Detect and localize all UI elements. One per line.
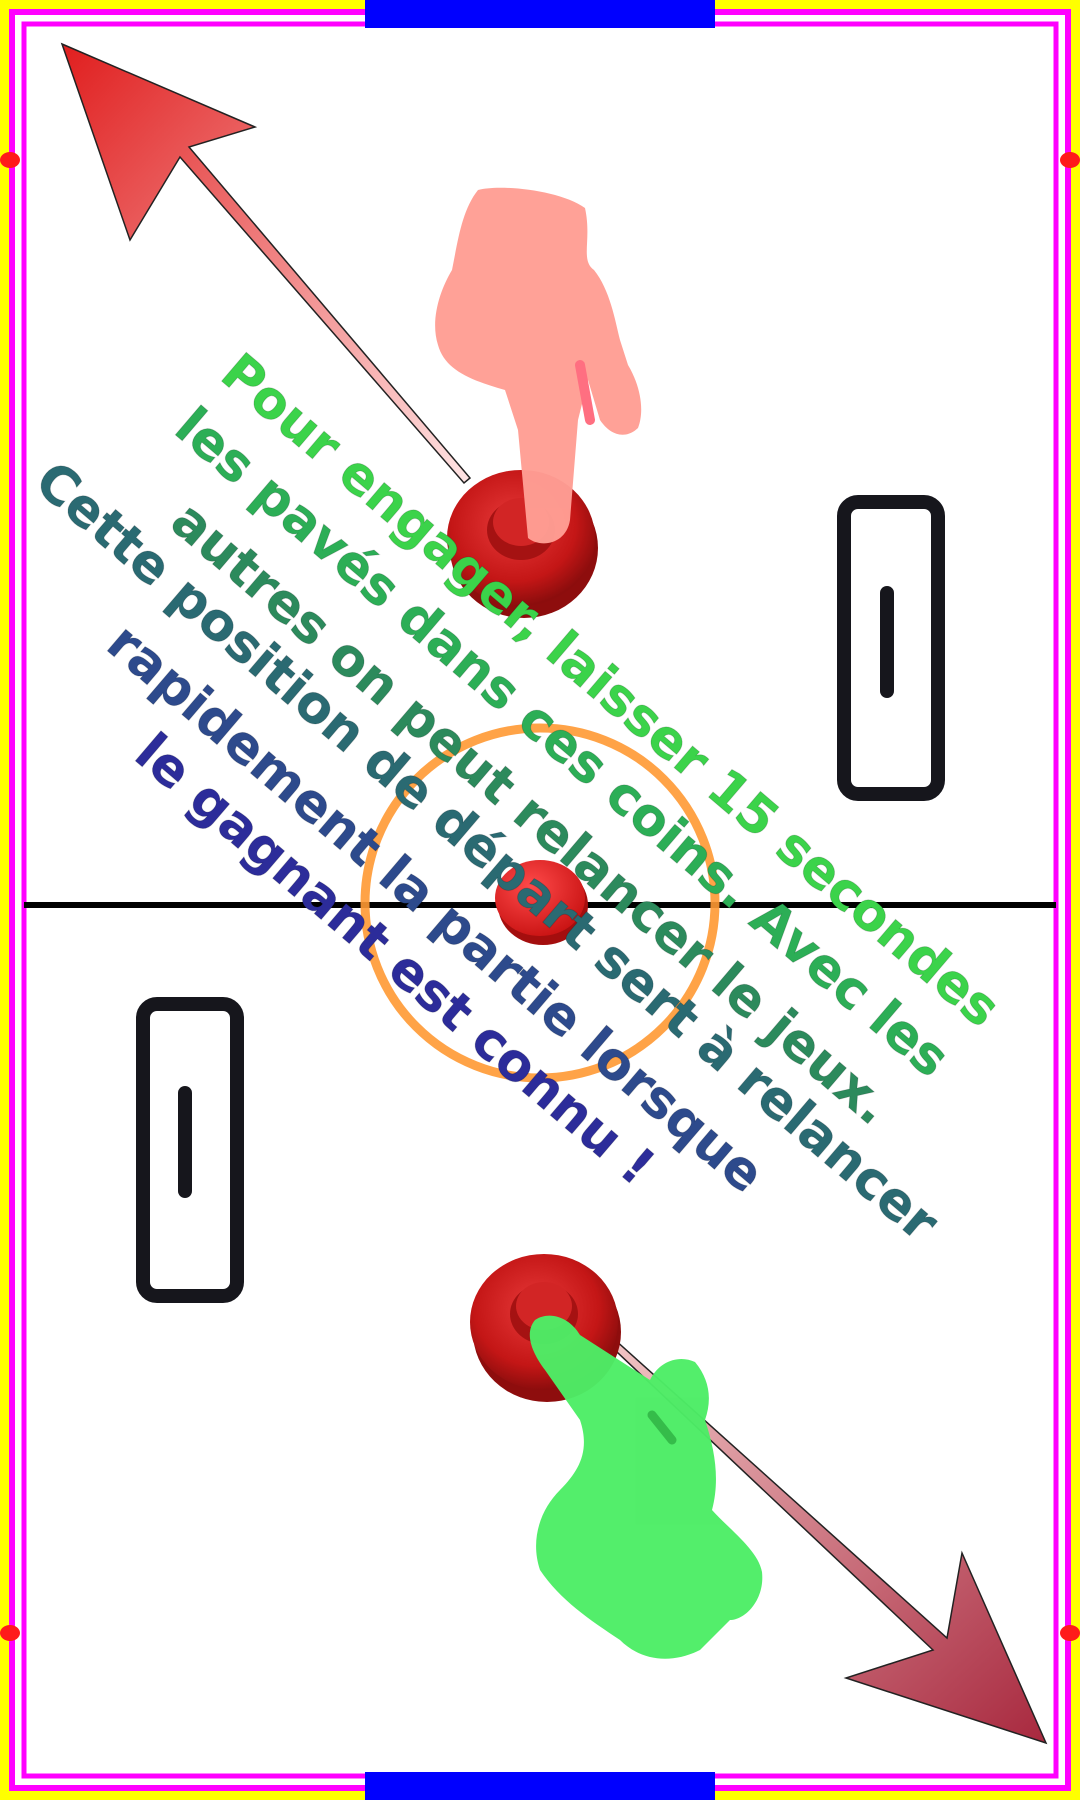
score-box-top	[837, 495, 945, 801]
side-marker-left-top	[0, 152, 20, 168]
side-marker-right-bottom	[1060, 1625, 1080, 1641]
score-digit-bottom	[178, 1086, 192, 1198]
top-goal	[365, 0, 715, 28]
bottom-goal	[365, 1772, 715, 1800]
air-hockey-table: Pour engager, laisser 15 secondesles pav…	[0, 0, 1080, 1800]
score-digit-top	[880, 586, 894, 698]
side-marker-left-bottom	[0, 1625, 20, 1641]
side-marker-right-top	[1060, 152, 1080, 168]
score-box-bottom	[136, 997, 244, 1303]
